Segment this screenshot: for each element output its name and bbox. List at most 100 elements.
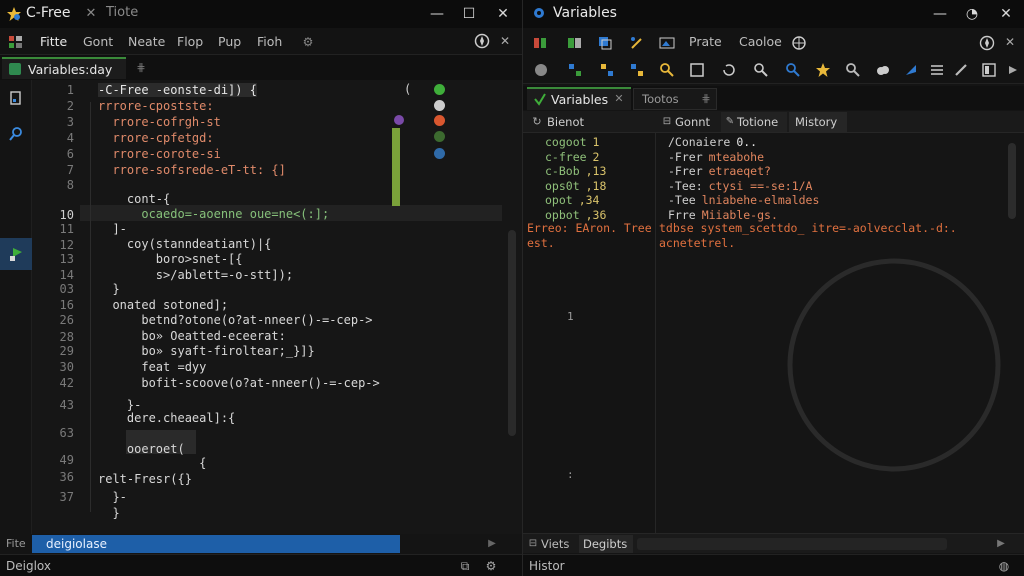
explorer-icon[interactable] — [8, 90, 24, 106]
history-row[interactable]: -Frer etraeqet? — [668, 164, 771, 178]
tab-close-icon[interactable]: ✕ — [84, 6, 98, 21]
bottom-tab-debug[interactable]: Degibts — [579, 535, 633, 553]
variable-row[interactable]: opot ,34 — [545, 193, 599, 207]
bottom-scroll-right-icon[interactable]: ▶ — [995, 537, 1007, 549]
loading-ring — [787, 258, 1001, 472]
copy-icon[interactable]: ⧉ — [458, 559, 472, 573]
debug-activity-selected[interactable] — [0, 238, 32, 270]
status-active-tab[interactable]: deigiolase — [32, 535, 400, 553]
toolbar-close-icon[interactable]: ✕ — [1003, 35, 1017, 49]
right-close-button[interactable]: ✕ — [997, 5, 1015, 23]
variable-row[interactable]: c-Bob ,13 — [545, 164, 606, 178]
layout-toolbar-icon[interactable] — [567, 35, 583, 51]
menu-grid-icon[interactable] — [8, 34, 24, 50]
variable-row[interactable]: cogoot 1 — [545, 135, 599, 149]
compass-toolbar-icon[interactable] — [979, 35, 995, 51]
compass-icon[interactable] — [474, 33, 490, 49]
search-icon[interactable] — [8, 126, 24, 142]
wand-toolbar-icon[interactable] — [629, 35, 645, 51]
menu-create[interactable]: Neate — [128, 34, 165, 49]
maximize-button[interactable]: ☐ — [460, 5, 478, 23]
settings-icon[interactable]: ⚙ — [484, 559, 498, 573]
stack-toolbar-icon[interactable] — [597, 35, 613, 51]
magnify-toolbar-icon[interactable] — [845, 62, 861, 78]
variable-value: 2 — [592, 149, 600, 164]
breakpoint-white[interactable] — [434, 100, 445, 111]
edit-toolbar-icon[interactable] — [953, 62, 969, 78]
breakpoint-red[interactable] — [434, 115, 445, 126]
refresh-small-icon[interactable]: ↻ — [531, 115, 543, 128]
history-prefix: -Frer — [668, 149, 703, 164]
minimize-button[interactable]: — — [428, 5, 446, 23]
step-over-icon[interactable] — [567, 62, 583, 78]
code-line: bofit-scoove(o?at-nneer()-=-cep-> — [98, 376, 380, 390]
cloud-toolbar-icon[interactable] — [875, 62, 891, 78]
tab-tools-pin-icon[interactable]: ⋕ — [700, 92, 712, 105]
pane-header-tab-totione[interactable]: ✎ Totione — [721, 112, 787, 132]
history-row[interactable]: Frre Miiable-gs. — [668, 208, 778, 222]
line-number: 10 — [59, 208, 74, 222]
tab-tools[interactable]: Tootos ⋕ — [633, 88, 717, 110]
globe-toolbar-icon[interactable] — [791, 35, 807, 51]
close-panel-icon[interactable]: ✕ — [498, 34, 512, 48]
tab-variables-close-icon[interactable]: ✕ — [613, 92, 625, 105]
watch-toolbar-icon[interactable] — [785, 62, 801, 78]
frame-toolbar-icon[interactable] — [689, 62, 705, 78]
menu-extra-icon[interactable]: ⚙ — [300, 34, 316, 50]
refresh-toolbar-icon[interactable] — [721, 62, 737, 78]
pin-toolbar-icon[interactable] — [903, 62, 919, 78]
menu-flop[interactable]: Flop — [177, 34, 203, 49]
bottom-tab-views[interactable]: Viets — [541, 537, 569, 551]
right-minimize-button[interactable]: — — [931, 5, 949, 23]
run-toolbar-icon[interactable] — [533, 62, 549, 78]
variables-tab-icon — [533, 92, 547, 106]
pane-header-tab-history[interactable]: Mistory — [789, 112, 847, 132]
vertical-scrollbar[interactable] — [508, 230, 516, 436]
marker-colon: : — [567, 468, 574, 481]
breakpoint-green[interactable] — [434, 84, 445, 95]
toolbar-close-label[interactable]: Caoloe — [739, 34, 782, 49]
code-line: rrrore-cpostste: — [98, 99, 214, 113]
list-toolbar-icon[interactable] — [929, 62, 945, 78]
step-out-icon[interactable] — [629, 62, 645, 78]
right-restore-button[interactable]: ◔ — [963, 5, 981, 23]
menu-edit[interactable]: Gont — [83, 34, 113, 49]
history-row[interactable]: /Conaiere 0.. — [668, 135, 757, 149]
step-into-icon[interactable] — [599, 62, 615, 78]
menu-file[interactable]: Fitte — [40, 34, 67, 49]
menu-pup[interactable]: Pup — [218, 34, 241, 49]
menu-fioh[interactable]: Fioh — [257, 34, 282, 49]
panel-toolbar-icon[interactable] — [981, 62, 997, 78]
history-row[interactable]: -Tee lniabehe-elmaldes — [668, 193, 819, 207]
variable-row[interactable]: c-free 2 — [545, 150, 599, 164]
star-toolbar-icon[interactable] — [815, 62, 831, 78]
find-toolbar-icon[interactable] — [659, 62, 675, 78]
image-toolbar-icon[interactable] — [659, 35, 675, 51]
variable-row[interactable]: opbot ,36 — [545, 208, 606, 222]
code-line: { — [98, 456, 207, 470]
bottom-hscroll[interactable] — [637, 538, 947, 550]
grid-toolbar-icon[interactable] — [533, 35, 549, 51]
history-scrollbar[interactable] — [1008, 143, 1016, 219]
variable-row[interactable]: ops0t ,18 — [545, 179, 606, 193]
right-status-globe-icon[interactable]: ◍ — [997, 559, 1011, 573]
secondary-title[interactable]: Tiote — [106, 5, 138, 20]
history-row[interactable]: -Frer mteabohe — [668, 150, 764, 164]
close-button[interactable]: ✕ — [494, 5, 512, 23]
breakpoint-darkgreen[interactable] — [434, 131, 445, 142]
tab-pin-icon[interactable]: ⋕ — [134, 60, 148, 74]
variables-window: Variables — ◔ ✕ Prate Caoloe ✕ Variables… — [522, 0, 1024, 576]
breakpoint-blue[interactable] — [434, 148, 445, 159]
line-number: 2 — [66, 99, 74, 113]
expand-toolbar-icon[interactable] — [1005, 62, 1021, 78]
scroll-right-icon[interactable]: ▶ — [486, 537, 498, 549]
horizontal-scrollbar[interactable]: Fite deigiolase ▶ — [0, 534, 522, 554]
editor-tab-active[interactable]: Variables:day — [2, 57, 126, 79]
pane-header-count[interactable]: Gonnt — [675, 115, 710, 129]
toolbar-print-label[interactable]: Prate — [689, 34, 722, 49]
zoom-toolbar-icon[interactable] — [753, 62, 769, 78]
history-row[interactable]: -Tee: ctysi ==-se:1/A — [668, 179, 812, 193]
breakpoint-purple[interactable] — [394, 115, 404, 125]
variable-name: cogoot — [545, 135, 587, 149]
fold-guide — [90, 102, 91, 512]
